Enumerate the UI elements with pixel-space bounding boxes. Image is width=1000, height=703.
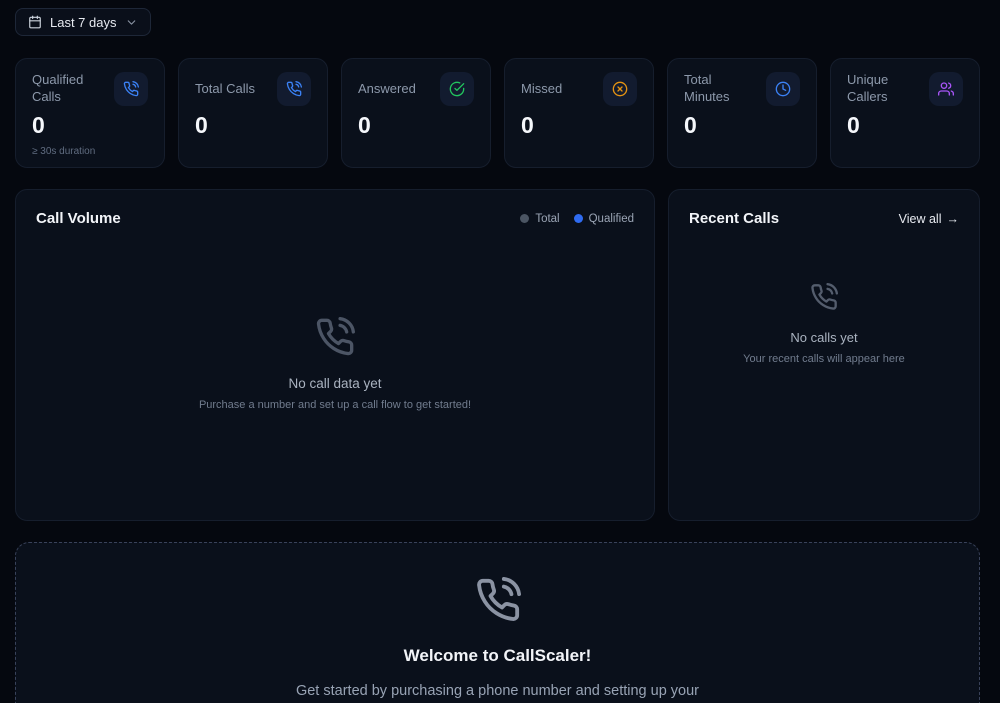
stat-value: 0 <box>195 114 311 137</box>
stat-sublabel: ≥ 30s duration <box>32 146 148 157</box>
users-icon <box>929 72 963 106</box>
stat-value: 0 <box>847 114 963 137</box>
call-volume-empty-state: No call data yet Purchase a number and s… <box>36 227 634 500</box>
stat-label: Unique Callers <box>847 72 923 106</box>
stat-value: 0 <box>521 114 637 137</box>
call-volume-title: Call Volume <box>36 210 121 227</box>
call-volume-panel: Call Volume Total Qualified No call d <box>15 189 655 521</box>
welcome-card: Welcome to CallScaler! Get started by pu… <box>15 542 980 703</box>
stat-card-missed: Missed 0 <box>504 58 654 168</box>
stat-label: Missed <box>521 81 562 98</box>
top-toolbar: Last 7 days <box>15 8 980 36</box>
recent-calls-panel: Recent Calls View all → No calls yet You… <box>668 189 980 521</box>
phone-call-icon <box>475 577 521 628</box>
arrow-right-icon: → <box>947 212 960 226</box>
stat-card-total-calls: Total Calls 0 <box>178 58 328 168</box>
stat-label: Answered <box>358 81 416 98</box>
stat-card-answered: Answered 0 <box>341 58 491 168</box>
view-all-label: View all <box>899 212 942 226</box>
stat-label: Qualified Calls <box>32 72 108 106</box>
empty-state-title: No call data yet <box>288 376 381 391</box>
stat-value: 0 <box>32 114 148 137</box>
legend-label: Qualified <box>589 213 634 225</box>
recent-calls-title: Recent Calls <box>689 210 779 227</box>
view-all-link[interactable]: View all → <box>899 212 959 226</box>
date-range-label: Last 7 days <box>50 15 117 30</box>
legend-dot-qualified <box>574 214 583 223</box>
chart-legend: Total Qualified <box>520 213 634 225</box>
clock-icon <box>766 72 800 106</box>
stat-value: 0 <box>684 114 800 137</box>
dashboard-page: Last 7 days Qualified Calls 0 ≥ 30s dura… <box>0 0 1000 703</box>
welcome-title: Welcome to CallScaler! <box>404 646 592 666</box>
legend-item-qualified: Qualified <box>574 213 634 225</box>
empty-state-title: No calls yet <box>790 330 857 345</box>
phone-call-icon <box>315 317 355 362</box>
phone-call-icon <box>277 72 311 106</box>
empty-state-subtitle: Purchase a number and set up a call flow… <box>199 399 471 411</box>
stat-value: 0 <box>358 114 474 137</box>
legend-dot-total <box>520 214 529 223</box>
stat-card-total-minutes: Total Minutes 0 <box>667 58 817 168</box>
legend-item-total: Total <box>520 213 559 225</box>
x-circle-icon <box>603 72 637 106</box>
stat-label: Total Calls <box>195 81 255 98</box>
legend-label: Total <box>535 213 559 225</box>
phone-call-icon <box>810 283 838 316</box>
stat-card-unique-callers: Unique Callers 0 <box>830 58 980 168</box>
empty-state-subtitle: Your recent calls will appear here <box>743 353 905 365</box>
chevron-down-icon <box>125 16 138 29</box>
stat-card-qualified-calls: Qualified Calls 0 ≥ 30s duration <box>15 58 165 168</box>
calendar-icon <box>28 15 42 29</box>
welcome-body: Get started by purchasing a phone number… <box>283 680 713 703</box>
check-circle-icon <box>440 72 474 106</box>
charts-row: Call Volume Total Qualified No call d <box>15 189 980 521</box>
stats-row: Qualified Calls 0 ≥ 30s duration Total C… <box>15 58 980 168</box>
date-range-button[interactable]: Last 7 days <box>15 8 151 36</box>
phone-call-icon <box>114 72 148 106</box>
stat-label: Total Minutes <box>684 72 760 106</box>
recent-calls-empty-state: No calls yet Your recent calls will appe… <box>689 227 959 500</box>
